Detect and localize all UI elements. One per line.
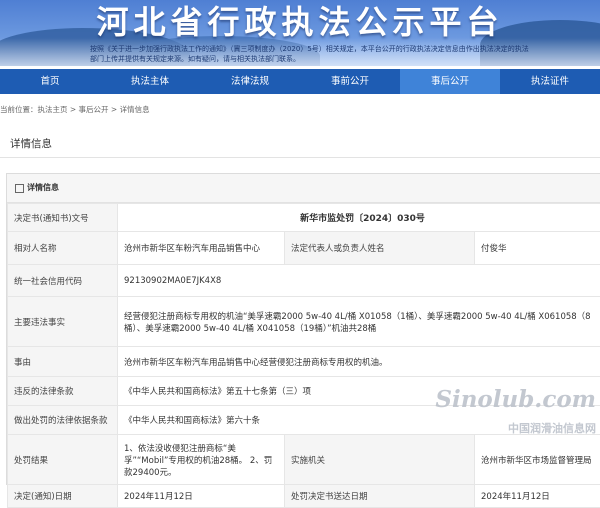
party-value: 沧州市新华区车粉汽车用品销售中心	[118, 232, 285, 265]
nav-enforcement-subject[interactable]: 执法主体	[100, 69, 200, 94]
table-row: 违反的法律条款 《中华人民共和国商标法》第五十七条第（三）项	[8, 377, 600, 406]
table-row: 事由 沧州市新华区车粉汽车用品销售中心经营侵犯注册商标专用权的机油。	[8, 347, 600, 377]
panel-header: 详情信息	[7, 174, 600, 203]
facts-value: 经营侵犯注册商标专用权的机油“美孚速霸2000 5w-40 4L/桶 X0105…	[118, 297, 600, 347]
page-title: 详情信息	[10, 136, 52, 151]
decision-date-value: 2024年11月12日	[118, 485, 285, 508]
table-row: 决定书(通知书)文号 新华市监处罚〔2024〕030号	[8, 204, 600, 232]
decision-date-label: 决定(通知)日期	[8, 485, 118, 508]
result-label: 处罚结果	[8, 435, 118, 485]
doc-number-label: 决定书(通知书)文号	[8, 204, 118, 232]
violated-law-label: 违反的法律条款	[8, 377, 118, 406]
table-row: 统一社会信用代码 92130902MA0E7JK4X8	[8, 265, 600, 297]
legal-rep-value: 付俊华	[475, 232, 600, 265]
agency-label: 实施机关	[285, 435, 475, 485]
site-notice: 按照《关于进一步加强行政执法工作的通知》（冀三项制度办（2020）5号）相关规定…	[90, 44, 530, 64]
violated-law-value: 《中华人民共和国商标法》第五十七条第（三）项	[118, 377, 600, 406]
table-row: 决定(通知)日期 2024年11月12日 处罚决定书送达日期 2024年11月1…	[8, 485, 600, 508]
divider	[0, 157, 600, 158]
nav-pre-disclosure[interactable]: 事前公开	[300, 69, 400, 94]
agency-value: 沧州市新华区市场监督管理局	[475, 435, 600, 485]
header-banner: 河北省行政执法公示平台 按照《关于进一步加强行政执法工作的通知》（冀三项制度办（…	[0, 0, 600, 66]
credit-code-label: 统一社会信用代码	[8, 265, 118, 297]
breadcrumb: 当前位置：执法主页 > 事后公开 > 详情信息	[0, 104, 150, 115]
cause-value: 沧州市新华区车粉汽车用品销售中心经营侵犯注册商标专用权的机油。	[118, 347, 600, 377]
facts-label: 主要违法事实	[8, 297, 118, 347]
main-nav: 首页 执法主体 法律法规 事前公开 事后公开 执法证件	[0, 69, 600, 94]
delivery-date-label: 处罚决定书送达日期	[285, 485, 475, 508]
penalty-basis-value: 《中华人民共和国商标法》第六十条	[118, 406, 600, 435]
table-row: 处罚结果 1、依法没收侵犯注册商标“美孚”“Mobil”专用权的机油28桶。 2…	[8, 435, 600, 485]
party-label: 相对人名称	[8, 232, 118, 265]
nav-laws[interactable]: 法律法规	[200, 69, 300, 94]
cause-label: 事由	[8, 347, 118, 377]
result-value: 1、依法没收侵犯注册商标“美孚”“Mobil”专用权的机油28桶。 2、罚款29…	[118, 435, 285, 485]
table-row: 做出处罚的法律依据条款 《中华人民共和国商标法》第六十条	[8, 406, 600, 435]
panel-title: 详情信息	[27, 174, 59, 202]
doc-number-value: 新华市监处罚〔2024〕030号	[118, 204, 600, 232]
info-icon	[15, 184, 24, 193]
nav-certificates[interactable]: 执法证件	[500, 69, 600, 94]
detail-table: 决定书(通知书)文号 新华市监处罚〔2024〕030号 相对人名称 沧州市新华区…	[7, 203, 600, 508]
nav-post-disclosure[interactable]: 事后公开	[400, 69, 500, 94]
credit-code-value: 92130902MA0E7JK4X8	[118, 265, 600, 297]
delivery-date-value: 2024年11月12日	[475, 485, 600, 508]
site-title: 河北省行政执法公示平台	[0, 0, 600, 44]
penalty-basis-label: 做出处罚的法律依据条款	[8, 406, 118, 435]
table-row: 主要违法事实 经营侵犯注册商标专用权的机油“美孚速霸2000 5w-40 4L/…	[8, 297, 600, 347]
nav-home[interactable]: 首页	[0, 69, 100, 94]
detail-panel: 详情信息 决定书(通知书)文号 新华市监处罚〔2024〕030号 相对人名称 沧…	[6, 173, 600, 485]
table-row: 相对人名称 沧州市新华区车粉汽车用品销售中心 法定代表人或负责人姓名 付俊华	[8, 232, 600, 265]
legal-rep-label: 法定代表人或负责人姓名	[285, 232, 475, 265]
